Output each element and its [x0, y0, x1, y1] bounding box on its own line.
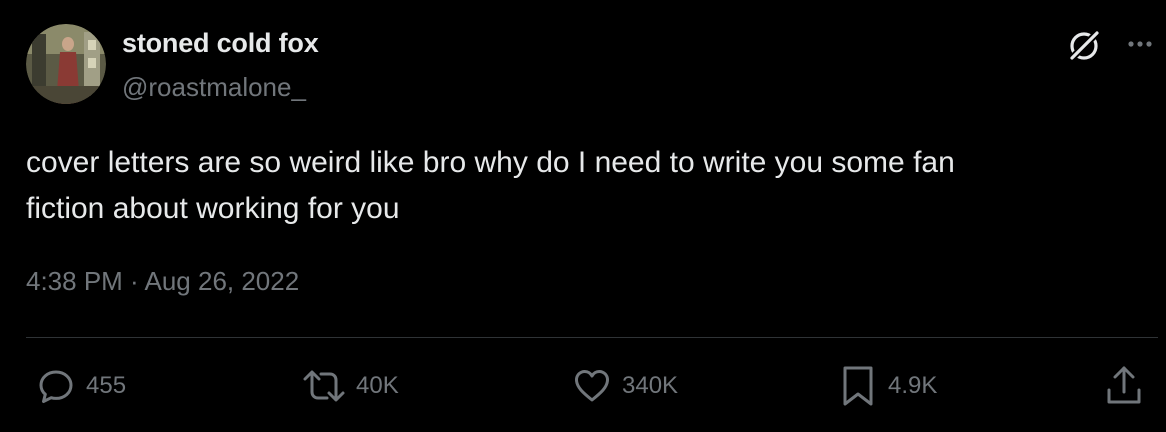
like-button[interactable]: 340K: [572, 364, 678, 408]
bookmark-button[interactable]: 4.9K: [838, 364, 937, 408]
retweet-button[interactable]: 40K: [302, 364, 399, 408]
reply-button[interactable]: 455: [36, 364, 126, 408]
bookmark-count: 4.9K: [888, 372, 938, 399]
avatar[interactable]: [26, 24, 106, 104]
more-icon[interactable]: [1124, 28, 1156, 60]
grok-icon[interactable]: [1066, 28, 1102, 64]
tweet-text-line: cover letters are so weird like bro why …: [26, 146, 955, 179]
reply-count: 455: [86, 372, 127, 399]
reply-icon: [39, 370, 73, 403]
bookmark-icon: [843, 366, 873, 406]
like-count: 340K: [622, 372, 679, 399]
tweet-text: cover letters are so weird like bro why …: [26, 140, 1136, 232]
divider: [26, 337, 1158, 338]
display-name[interactable]: stoned cold fox: [122, 28, 319, 59]
tweet-text-line: fiction about working for you: [26, 192, 400, 225]
timestamp[interactable]: 4:38 PM · Aug 26, 2022: [26, 266, 299, 297]
share-icon: [1107, 366, 1141, 404]
avatar-image: [26, 24, 106, 104]
heart-icon: [575, 370, 609, 402]
tweet-card: stoned cold fox @roastmalone_ cover lett…: [0, 0, 1166, 432]
retweet-icon: [303, 370, 345, 402]
handle[interactable]: @roastmalone_: [122, 72, 306, 103]
retweet-count: 40K: [356, 372, 399, 399]
share-button[interactable]: [1104, 364, 1144, 408]
